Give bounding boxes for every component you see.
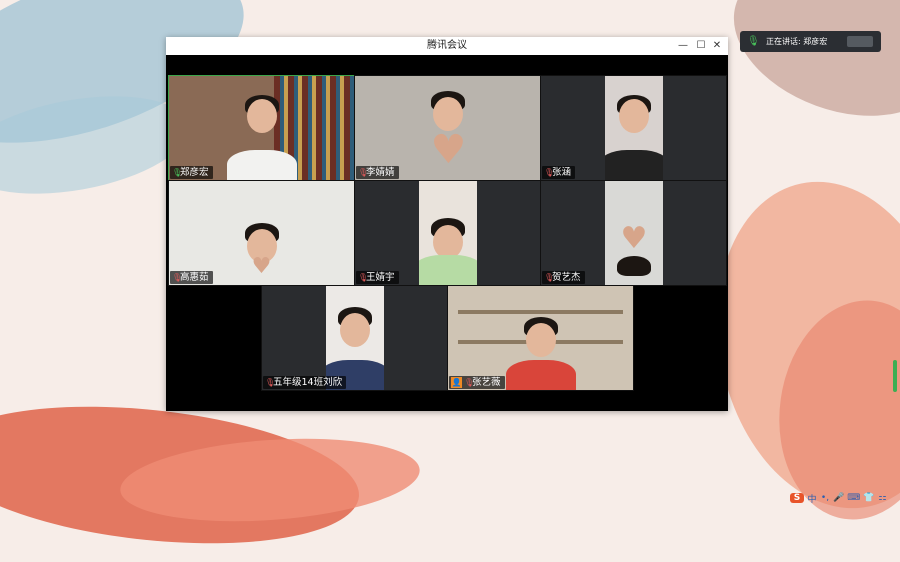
- close-button[interactable]: ✕: [708, 37, 726, 55]
- participant-name: 张涵: [552, 167, 572, 178]
- skin-icon[interactable]: 👕: [863, 493, 874, 503]
- participant-nametag: 🎙五年级14班刘欣: [263, 376, 347, 389]
- participant-name: 五年级14班刘欣: [273, 377, 343, 388]
- heart-hands: ♥: [430, 127, 467, 173]
- participant-hair: [617, 255, 651, 276]
- video-tile-zhengyanhong[interactable]: 🎙郑彦宏: [168, 75, 355, 181]
- participant-nametag: 🎙李婧婧: [356, 166, 399, 179]
- language-toggle[interactable]: 中: [807, 492, 817, 505]
- video-tile-heyijie[interactable]: ♥ 🎙贺艺杰: [540, 180, 727, 286]
- video-feed: ♥: [605, 181, 663, 285]
- video-tile-zhangyiwei[interactable]: 👤 🎙张艺薇: [447, 285, 634, 391]
- video-tile-lijingjing[interactable]: ♥ 🎙李婧婧: [354, 75, 541, 181]
- participant-face: [525, 323, 556, 358]
- minimize-button[interactable]: —: [674, 37, 692, 55]
- participant-body: [419, 255, 477, 285]
- sogou-icon[interactable]: S: [790, 493, 804, 503]
- participant-body: [226, 150, 297, 180]
- participant-name: 郑彦宏: [180, 167, 209, 178]
- participant-name: 王婧宇: [366, 272, 395, 283]
- meeting-window: 腾讯会议 — ☐ ✕ 🎙郑彦宏 ♥ 🎙李婧婧 🎙张涵 ♥ 🎙高惠茹 🎙王婧宇 ♥…: [166, 37, 728, 411]
- mic-on-icon: 🎙: [172, 168, 183, 177]
- participant-nametag: 🎙张涵: [542, 166, 576, 179]
- participant-face: [246, 98, 277, 133]
- punctuation-icon[interactable]: •,: [820, 493, 830, 503]
- mic-off-icon: 🎙: [358, 168, 369, 177]
- menu-icon[interactable]: ⚏: [877, 493, 887, 503]
- volume-indicator: [893, 360, 897, 392]
- video-tile-gaohuiru[interactable]: ♥ 🎙高惠茹: [168, 180, 355, 286]
- mic-on-icon: 🎙: [747, 36, 760, 47]
- window-titlebar[interactable]: 腾讯会议 — ☐ ✕: [166, 37, 728, 55]
- ime-toolbar: S 中 •, 🎤 ⌨ 👕 ⚏: [790, 490, 900, 506]
- video-tile-liuxin[interactable]: 🎙五年级14班刘欣: [261, 285, 448, 391]
- participant-nametag: 🎙王婧宇: [356, 271, 399, 284]
- video-feed: [605, 76, 663, 180]
- participant-name: 李婧婧: [366, 167, 395, 178]
- video-feed: ♥: [355, 76, 540, 180]
- participant-name: 贺艺杰: [552, 272, 581, 283]
- window-title: 腾讯会议: [427, 40, 467, 51]
- mic-off-icon: 🎙: [464, 378, 475, 387]
- participant-nametag: 👤 🎙张艺薇: [449, 376, 505, 389]
- audio-wave-icon: [847, 36, 873, 47]
- participant-body: [505, 360, 576, 390]
- participant-face: [432, 96, 463, 131]
- host-icon: 👤: [451, 377, 462, 388]
- participant-nametag: 🎙贺艺杰: [542, 271, 585, 284]
- mic-off-icon: 🎙: [358, 273, 369, 282]
- participant-face: [340, 313, 370, 348]
- speaking-notification: 🎙 正在讲话: 郑彦宏: [740, 31, 881, 52]
- video-feed: [448, 286, 633, 390]
- video-tile-zhanghan[interactable]: 🎙张涵: [540, 75, 727, 181]
- mic-off-icon: 🎙: [265, 378, 276, 387]
- video-tile-wangjingyu[interactable]: 🎙王婧宇: [354, 180, 541, 286]
- mic-off-icon: 🎙: [172, 273, 183, 282]
- participant-name: 张艺薇: [472, 377, 501, 388]
- participant-nametag: 🎙郑彦宏: [170, 166, 213, 179]
- video-feed: [169, 76, 354, 180]
- participant-face: [433, 224, 463, 259]
- participant-face: [619, 98, 649, 133]
- heart-hands: ♥: [251, 254, 272, 279]
- shelf: [458, 310, 623, 314]
- speaking-text: 正在讲话: 郑彦宏: [766, 37, 828, 46]
- participant-name: 高惠茹: [180, 272, 209, 283]
- keyboard-icon[interactable]: ⌨: [847, 493, 860, 503]
- voice-input-icon[interactable]: 🎤: [833, 493, 844, 503]
- mic-off-icon: 🎙: [544, 273, 555, 282]
- mic-off-icon: 🎙: [544, 168, 555, 177]
- participant-body: [605, 150, 663, 180]
- video-feed: [419, 181, 477, 285]
- heart-hands: ♥: [620, 221, 648, 256]
- background-brush-brown: [712, 0, 900, 144]
- participant-nametag: 🎙高惠茹: [170, 271, 213, 284]
- video-feed: ♥: [169, 181, 354, 285]
- video-feed: [326, 286, 384, 390]
